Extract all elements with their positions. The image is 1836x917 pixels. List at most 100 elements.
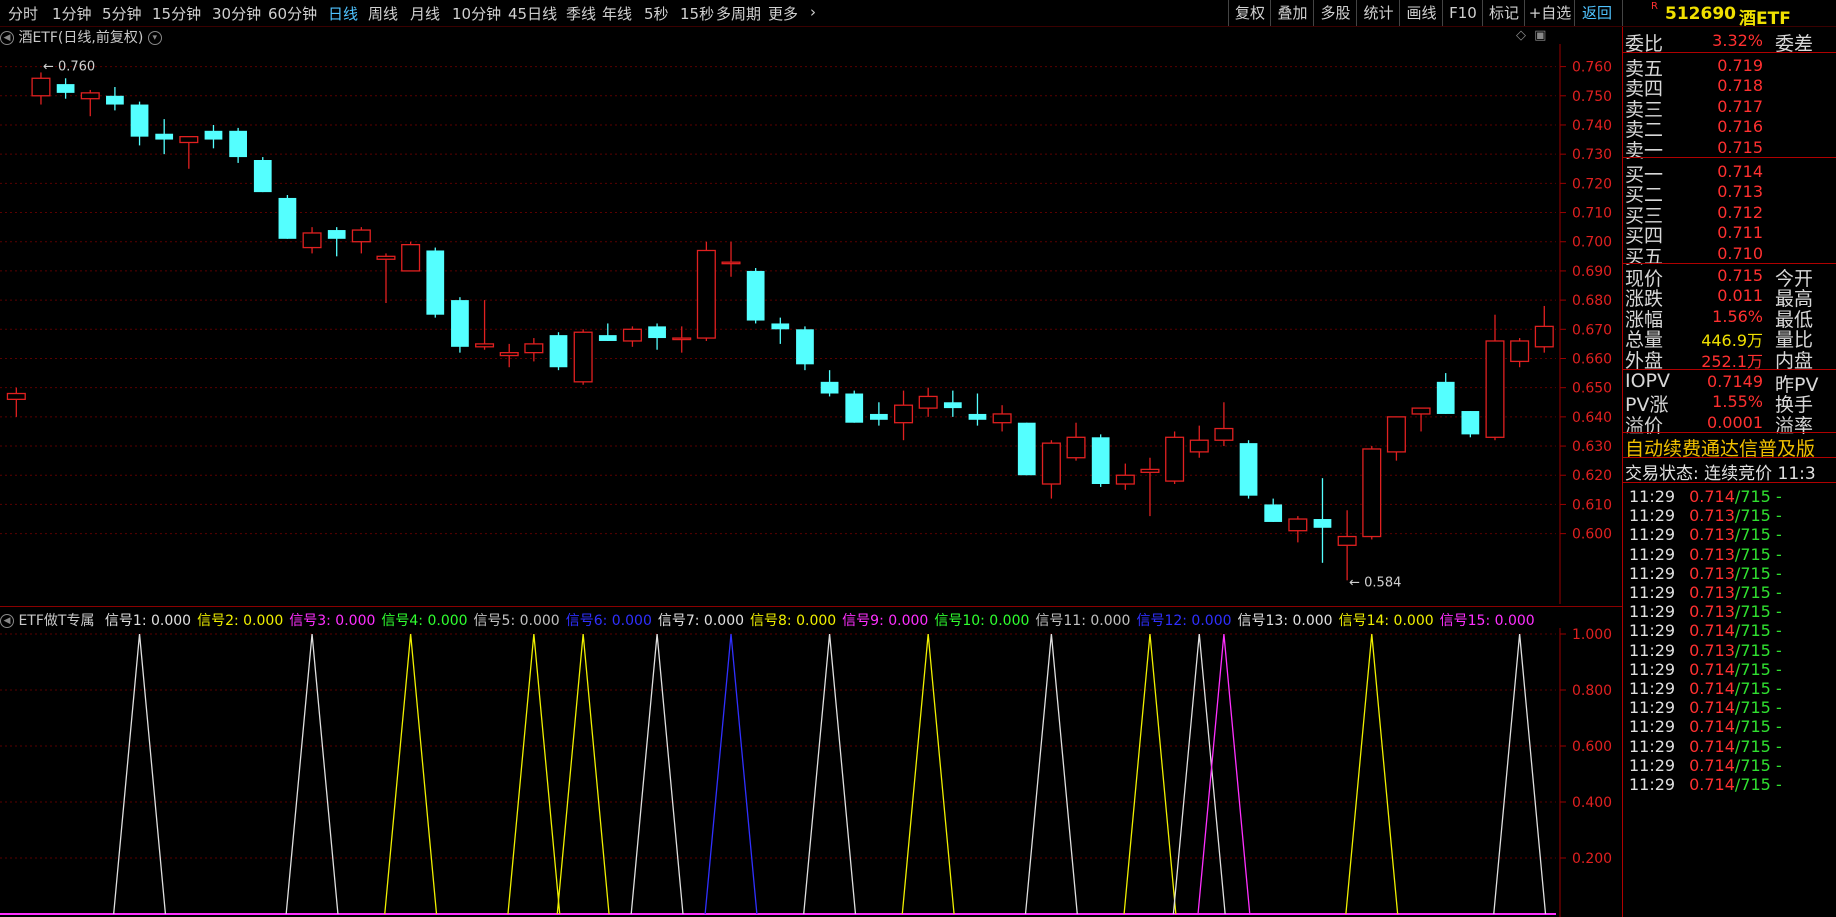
candle-body <box>1115 474 1135 485</box>
tick-row: 11:29 0.713/715 - <box>1629 545 1782 564</box>
tick-time: 11:29 <box>1629 506 1676 526</box>
signal-spike <box>803 633 857 915</box>
candle-body <box>648 326 666 339</box>
candle <box>696 241 716 341</box>
tick-volume: /715 - <box>1734 525 1782 545</box>
diamond-icon[interactable]: ◇ <box>1516 28 1526 43</box>
iopv-row-value: 0.7149 <box>1707 372 1763 391</box>
toolbar-button-2[interactable]: 多股 <box>1313 0 1357 26</box>
chart-corner-icons: ◇ ▣ <box>1516 28 1546 43</box>
period-tab-14[interactable]: 15秒 <box>680 3 714 24</box>
tick-row: 11:29 0.713/715 - <box>1629 506 1782 525</box>
candle <box>1362 446 1382 540</box>
indicator-options-icon[interactable]: ◀ <box>0 614 14 628</box>
tick-time: 11:29 <box>1629 659 1676 679</box>
quote-panel: 委比 3.32% 委差 卖五 0.719 卖四 0.718 卖三 0.717 卖二 0.716 卖一 0… <box>1622 27 1836 917</box>
candle-body <box>106 95 124 105</box>
candle <box>672 326 692 353</box>
period-tab-10[interactable]: 45日线 <box>508 3 557 24</box>
tick-volume: /715 - <box>1734 698 1782 718</box>
tick-price: 0.713 <box>1689 563 1735 583</box>
toolbar-button-7[interactable]: +自选 <box>1524 0 1575 26</box>
toolbar-button-5[interactable]: F10 <box>1442 0 1483 26</box>
candle <box>968 393 987 426</box>
signal-legend-item: 信号11: 0.000 <box>1035 613 1131 629</box>
candle-body <box>401 243 421 272</box>
ask-row-value: 0.719 <box>1717 56 1763 75</box>
period-tab-8[interactable]: 月线 <box>410 3 440 24</box>
toolbar-button-6[interactable]: 标记 <box>1482 0 1525 26</box>
signal-legend-item: 信号14: 0.000 <box>1338 613 1434 629</box>
window-icon[interactable]: ▣ <box>1534 28 1546 43</box>
toolbar-button-4[interactable]: 画线 <box>1399 0 1443 26</box>
y-tick-label: 0.620 <box>1572 468 1612 484</box>
tick-price: 0.714 <box>1689 698 1735 718</box>
chart-options-icon[interactable]: ◀ <box>0 31 14 45</box>
period-tab-13[interactable]: 5秒 <box>644 3 669 24</box>
candle <box>1214 402 1234 447</box>
tick-volume: /715 - <box>1734 487 1782 506</box>
tick-volume: /715 - <box>1734 544 1782 564</box>
tick-row: 11:29 0.714/715 - <box>1629 679 1782 698</box>
toolbar-button-1[interactable]: 叠加 <box>1270 0 1314 26</box>
tick-time: 11:29 <box>1629 621 1676 641</box>
tick-time: 11:29 <box>1629 736 1676 756</box>
candle <box>820 370 839 397</box>
candle <box>1485 314 1505 441</box>
chevron-down-icon[interactable]: ▾ <box>147 31 162 45</box>
candle <box>894 390 914 441</box>
tick-time: 11:29 <box>1629 755 1676 775</box>
candlestick-chart[interactable]: 0.760 0.750 0.740 0.730 0.720 0.710 0.700 0.690… <box>0 44 1622 604</box>
period-tab-7[interactable]: 周线 <box>368 3 398 24</box>
candle-body <box>1214 427 1234 441</box>
candle <box>426 247 445 318</box>
period-tab-9[interactable]: 10分钟 <box>452 3 501 24</box>
candle <box>1017 422 1036 476</box>
candle <box>499 343 519 368</box>
chevron-right-icon[interactable]: › <box>810 3 816 21</box>
period-tab-1[interactable]: 1分钟 <box>52 3 92 24</box>
period-tab-12[interactable]: 年线 <box>602 3 632 24</box>
period-tab-11[interactable]: 季线 <box>566 3 596 24</box>
candle-body <box>721 261 741 265</box>
candle <box>1189 425 1209 458</box>
candle-body <box>229 130 247 158</box>
candle-body <box>426 250 445 315</box>
toolbar-button-0[interactable]: 复权 <box>1228 0 1271 26</box>
candle <box>524 338 544 362</box>
y-tick-label: 0.760 <box>1572 60 1612 76</box>
tick-volume: /715 - <box>1734 602 1782 622</box>
tick-time: 11:29 <box>1629 544 1676 564</box>
panel-separator <box>1623 52 1836 53</box>
stock-code: 512690 <box>1665 4 1736 24</box>
tick-row: 11:29 0.713/715 - <box>1629 602 1782 621</box>
tick-time: 11:29 <box>1629 717 1676 737</box>
period-tab-0[interactable]: 分时 <box>8 3 38 24</box>
signal-spike <box>113 633 167 915</box>
period-tab-3[interactable]: 15分钟 <box>152 3 201 24</box>
candle-body <box>351 229 371 243</box>
period-tab-5[interactable]: 60分钟 <box>268 3 317 24</box>
period-tab-2[interactable]: 5分钟 <box>102 3 142 24</box>
ask-row-value: 0.718 <box>1717 76 1763 96</box>
y-tick-label: 0.680 <box>1572 293 1612 309</box>
y-tick-label: 0.670 <box>1572 322 1612 338</box>
period-tab-6[interactable]: 日线 <box>328 3 358 24</box>
signal-legend-item: 信号15: 0.000 <box>1439 613 1535 629</box>
period-tab-16[interactable]: 更多 <box>768 3 798 24</box>
tick-volume: /715 - <box>1734 755 1782 775</box>
candle-body <box>204 130 223 140</box>
candle <box>622 326 642 347</box>
signal-indicator-chart[interactable]: 1.000 0.800 0.600 0.400 0.200 <box>0 628 1622 917</box>
toolbar-button-3[interactable]: 统计 <box>1356 0 1400 26</box>
candle <box>1411 407 1431 432</box>
trade-status: 交易状态: 连续竞价 11:3 <box>1625 464 1816 484</box>
signal-legend-item: 信号10: 0.000 <box>934 613 1030 629</box>
candle <box>80 89 100 117</box>
candle <box>179 135 199 169</box>
signal-spike <box>384 633 438 915</box>
signal-spike <box>1345 633 1399 915</box>
period-tab-15[interactable]: 多周期 <box>716 3 761 24</box>
toolbar-button-8[interactable]: 返回 <box>1574 0 1619 26</box>
period-tab-4[interactable]: 30分钟 <box>212 3 261 24</box>
